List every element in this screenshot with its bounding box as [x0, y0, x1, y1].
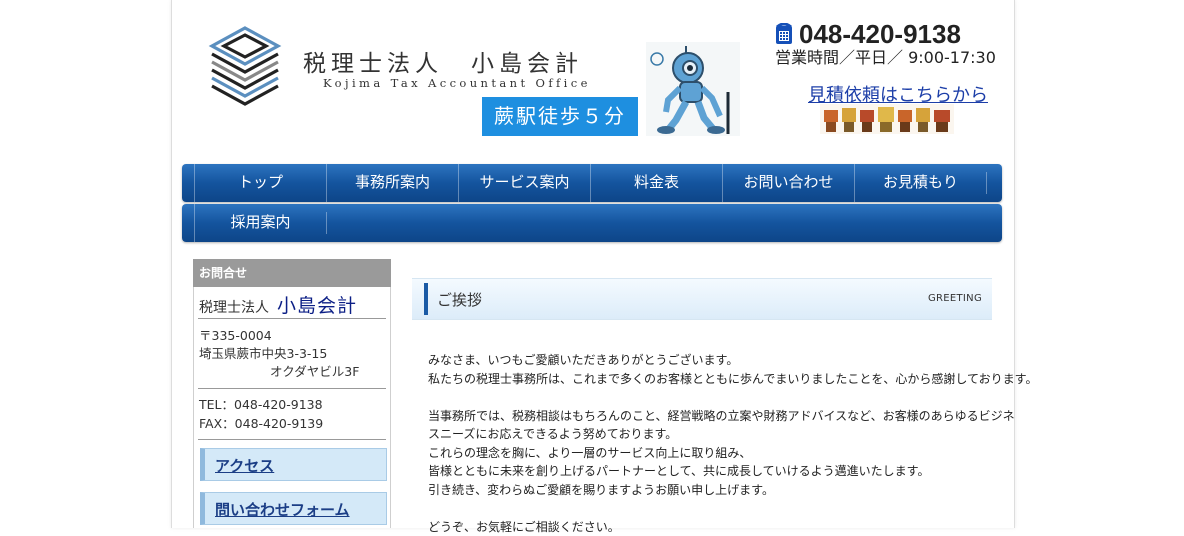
greeting-section-header: ご挨拶 GREETING — [412, 278, 992, 320]
sidebar-link-contact-form[interactable]: 問い合わせフォーム — [200, 492, 387, 525]
sidebar-firm: 税理士法人小島会計 — [199, 291, 357, 318]
greeting-line: 私たちの税理士事務所は、これまで多くのお客様とともに歩んでまいりましたことを、心… — [428, 370, 988, 389]
sidebar-firm-name: 小島会計 — [277, 295, 357, 317]
divider — [198, 388, 386, 389]
nav-services[interactable]: サービス案内 — [458, 164, 590, 202]
address-line-2: オクダヤビル3F — [270, 363, 359, 381]
sidebar-firm-prefix: 税理士法人 — [199, 300, 269, 316]
sidebar-link-contact-form-label[interactable]: 問い合わせフォーム — [215, 499, 350, 520]
divider — [198, 439, 386, 440]
page-container: 税理士法人 小島会計 Kojima Tax Accountant Office … — [171, 0, 1015, 528]
sidebar-link-access[interactable]: アクセス — [200, 448, 387, 481]
greeting-body: みなさま、いつもご愛顧いただきありがとうございます。 私たちの税理士事務所は、こ… — [428, 351, 988, 536]
paragraph-gap — [428, 388, 988, 407]
nav-office-info[interactable]: 事務所案内 — [326, 164, 458, 202]
greeting-line: スニーズにお応えできるよう努めております。 — [428, 425, 988, 444]
section-accent-bar — [424, 283, 428, 315]
firm-name: 税理士法人 小島会計 — [303, 44, 623, 78]
main-nav: トップ 事務所案内 サービス案内 料金表 お問い合わせ お見積もり — [182, 164, 1002, 202]
nav-estimate[interactable]: お見積もり — [854, 164, 986, 202]
business-hours: 営業時間／平日／ 9:00-17:30 — [775, 44, 996, 68]
fax-number: FAX：048-420-9139 — [199, 415, 323, 433]
address-line-1: 埼玉県蕨市中央3-3-15 — [199, 345, 327, 363]
greeting-line: どうぞ、お気軽にご相談ください。 — [428, 518, 988, 536]
station-walk-badge: 蕨駅徒歩５分 — [482, 97, 638, 136]
tel-number: TEL：048-420-9138 — [199, 396, 323, 414]
paragraph-gap — [428, 499, 988, 518]
greeting-line: これらの理念を胸に、より一層のサービス向上に取り組み、 — [428, 444, 988, 463]
nav-divider — [326, 212, 327, 234]
telephone-icon — [775, 23, 793, 45]
section-title: ご挨拶 — [437, 289, 482, 310]
firm-logo[interactable] — [208, 24, 282, 110]
section-title-english: GREETING — [928, 293, 982, 304]
sidebar-contact-box: 税理士法人小島会計 〒335-0004 埼玉県蕨市中央3-3-15 オクダヤビル… — [193, 287, 391, 528]
sidebar-heading: お問合せ — [193, 259, 391, 287]
postal-code: 〒335-0004 — [199, 327, 272, 345]
nav-recruit[interactable]: 採用案内 — [194, 204, 326, 242]
sidebar-link-access-label[interactable]: アクセス — [215, 455, 274, 476]
nav-divider — [986, 172, 987, 194]
estimate-robots-banner[interactable] — [820, 104, 954, 134]
divider — [198, 318, 386, 319]
secondary-nav: 採用案内 — [182, 204, 1002, 242]
greeting-line: 当事務所では、税務相談はもちろんのこと、経営戦略の立案や財務アドバイスなど、お客… — [428, 407, 988, 426]
firm-name-english: Kojima Tax Accountant Office — [323, 76, 591, 90]
greeting-line: 皆様とともに未来を創り上げるパートナーとして、共に成長していけるよう邁進いたしま… — [428, 462, 988, 481]
greeting-line: みなさま、いつもご愛顧いただきありがとうございます。 — [428, 351, 988, 370]
nav-contact[interactable]: お問い合わせ — [722, 164, 854, 202]
nav-top[interactable]: トップ — [194, 164, 326, 202]
nav-pricing[interactable]: 料金表 — [590, 164, 722, 202]
greeting-line: 引き続き、変わらぬご愛顧を賜りますようお願い申し上げます。 — [428, 481, 988, 500]
robot-illustration — [646, 42, 740, 136]
